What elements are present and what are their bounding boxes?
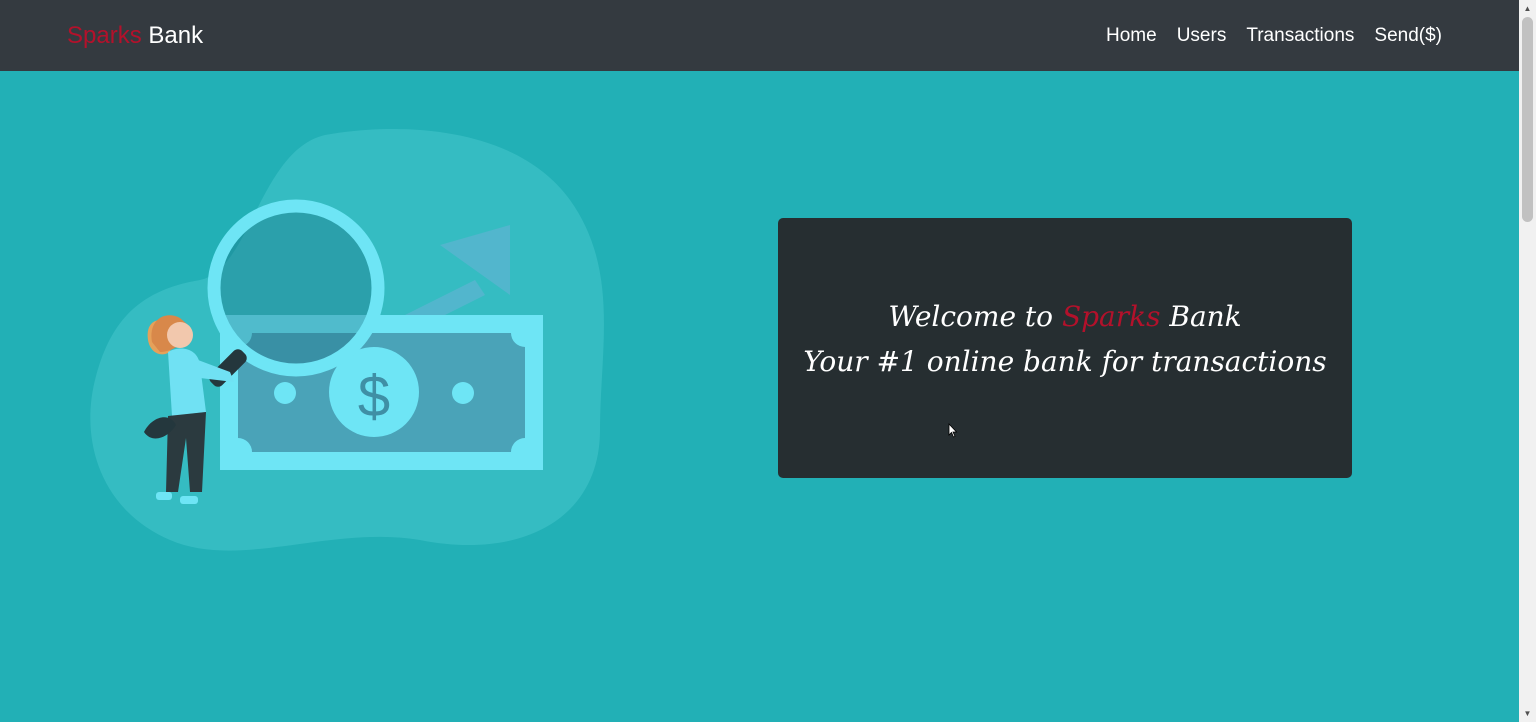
scroll-up-arrow-icon[interactable]: ▲: [1519, 0, 1536, 17]
nav-link-transactions[interactable]: Transactions: [1246, 20, 1354, 52]
nav-link-home[interactable]: Home: [1106, 20, 1157, 52]
nav-link-send[interactable]: Send($): [1374, 20, 1442, 52]
welcome-heading: Welcome to Sparks Bank: [888, 294, 1241, 339]
scrollbar-thumb[interactable]: [1522, 17, 1533, 222]
dollar-symbol: $: [358, 364, 390, 429]
scroll-down-arrow-icon[interactable]: ▼: [1519, 705, 1536, 722]
navbar: Sparks Bank Home Users Transactions Send…: [0, 0, 1519, 71]
nav-links: Home Users Transactions Send($): [1106, 20, 1442, 52]
welcome-prefix: Welcome to: [888, 300, 1054, 333]
tagline: Your #1 online bank for transactions: [803, 345, 1327, 378]
welcome-card: Welcome to Sparks Bank Your #1 online ba…: [778, 218, 1352, 478]
welcome-suffix: Bank: [1169, 300, 1242, 333]
vertical-scrollbar[interactable]: ▲ ▼: [1519, 0, 1536, 722]
brand-logo[interactable]: Sparks Bank: [67, 20, 203, 52]
mouse-cursor-icon: [948, 423, 958, 438]
welcome-accent: Sparks: [1061, 300, 1161, 333]
money-search-illustration: $: [90, 128, 604, 551]
nav-link-users[interactable]: Users: [1177, 20, 1227, 52]
brand-accent: Sparks: [67, 22, 142, 49]
brand-rest: Bank: [148, 22, 204, 49]
